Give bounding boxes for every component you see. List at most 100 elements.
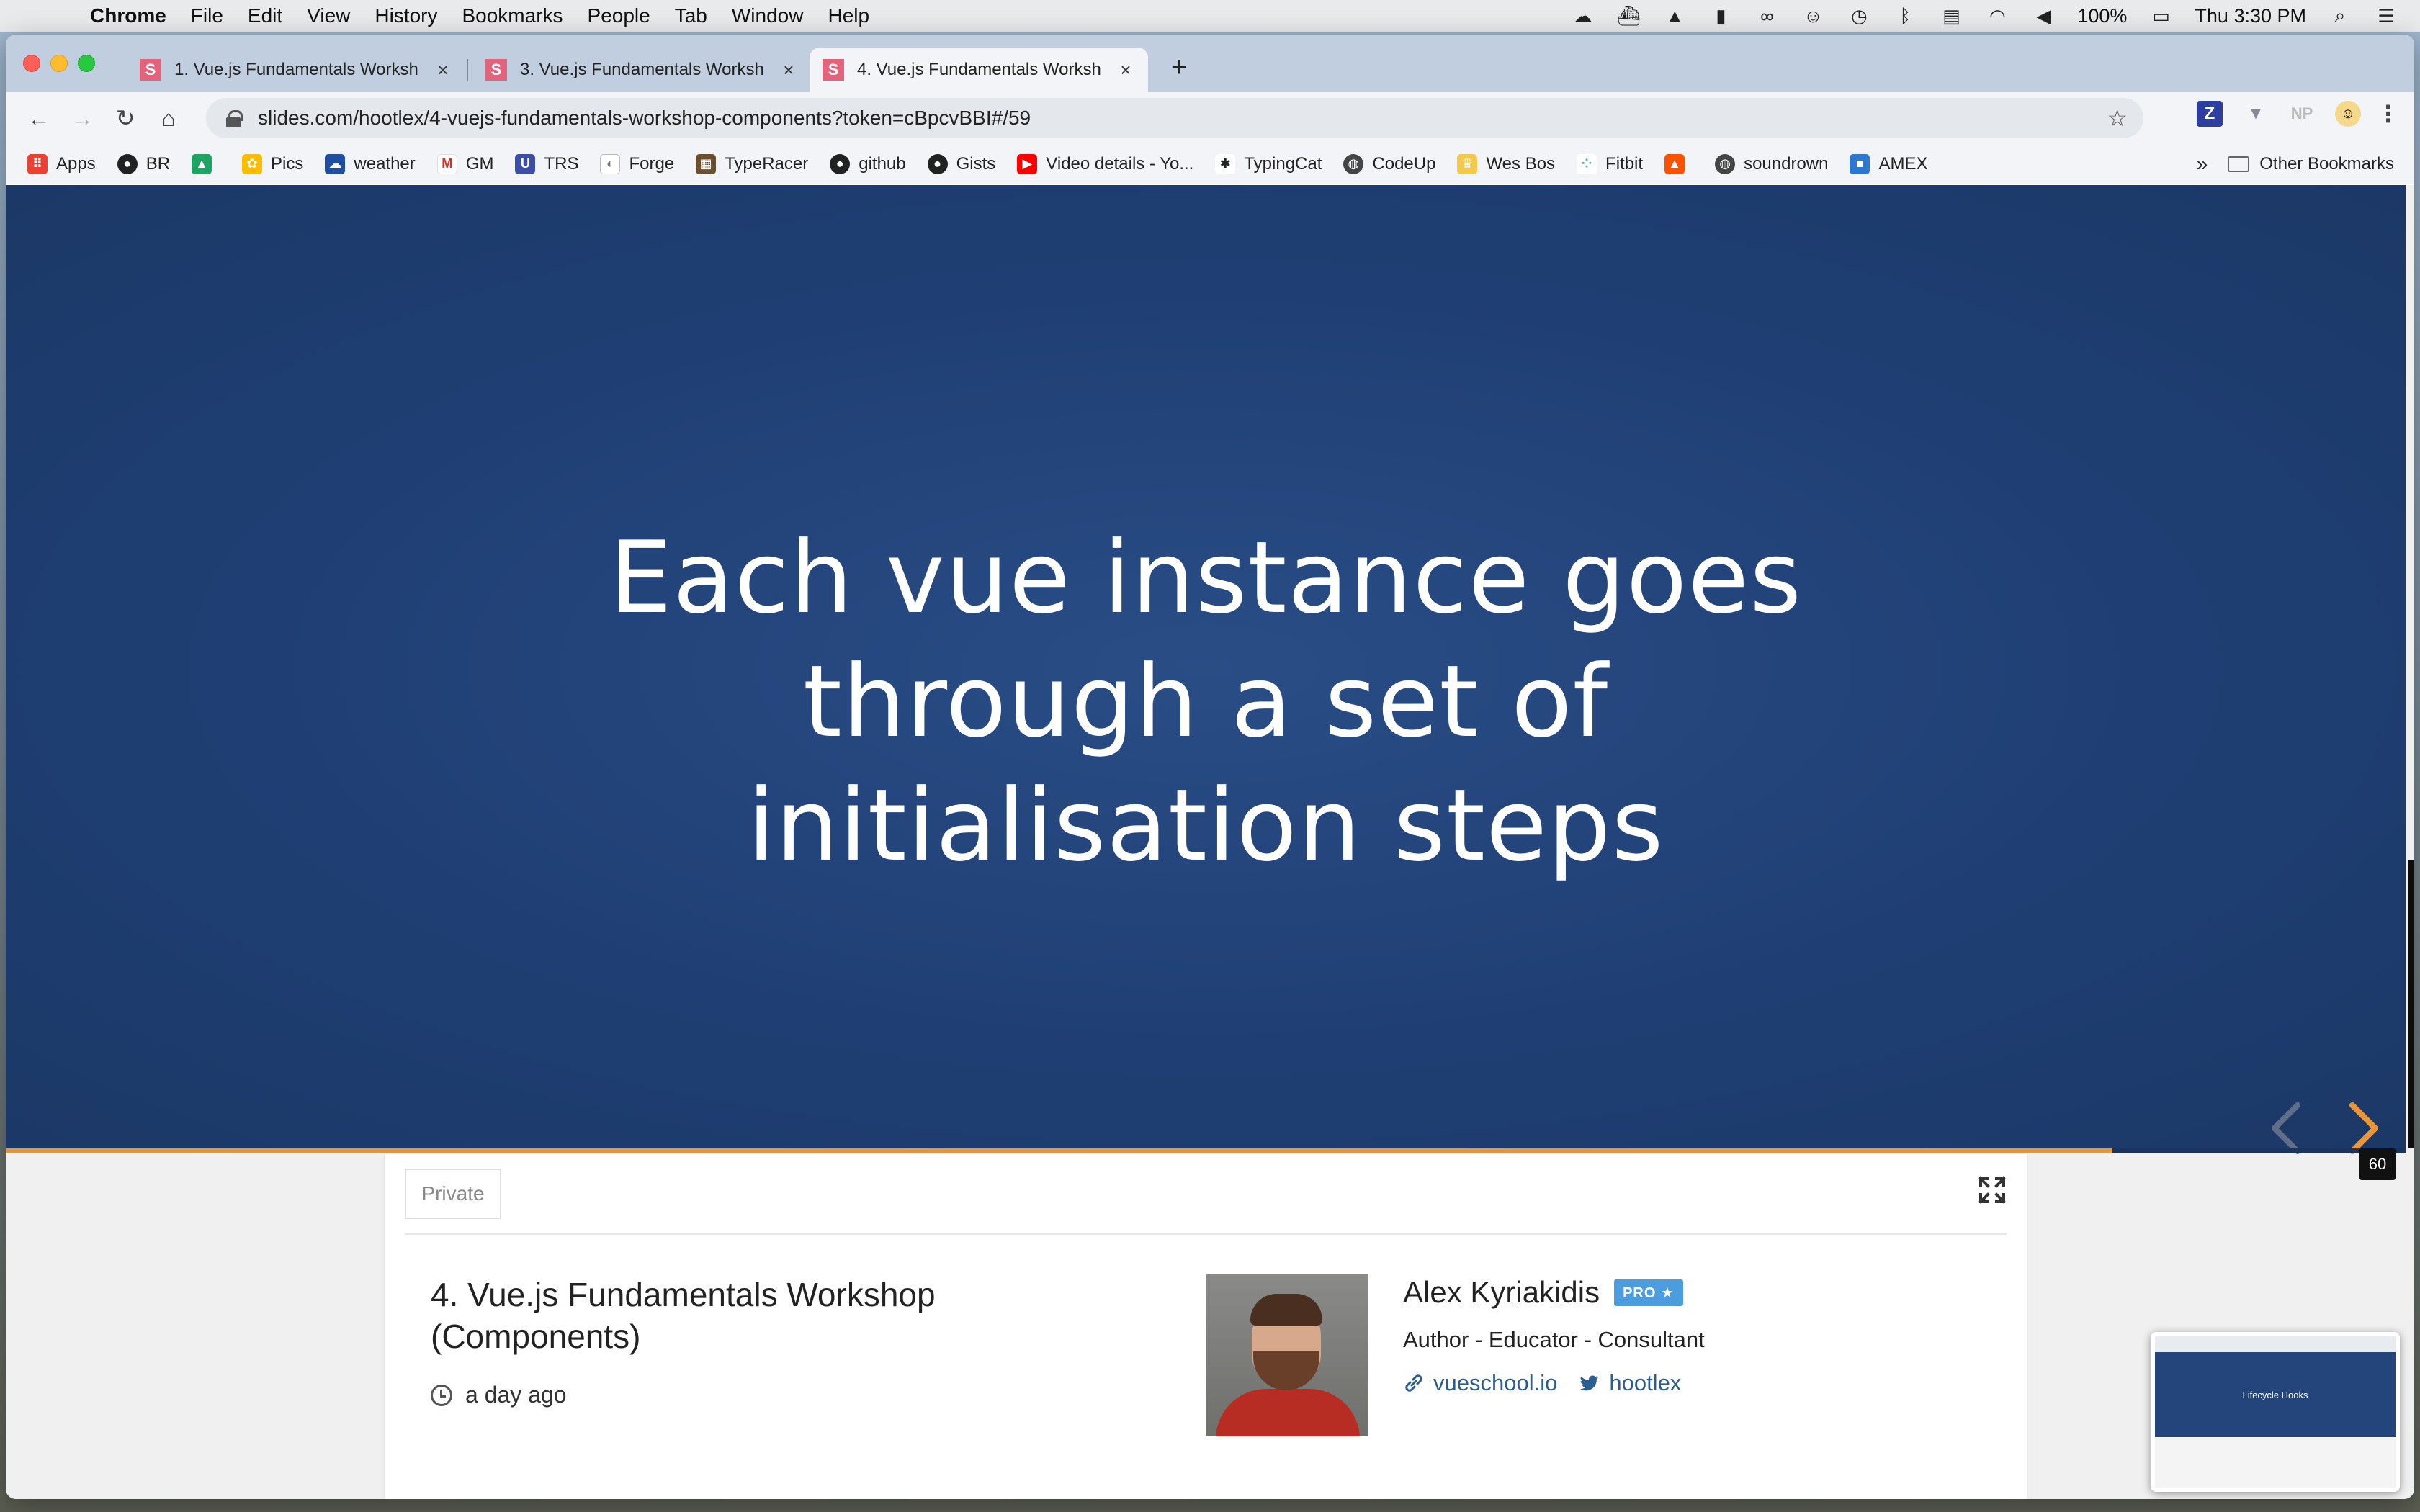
profile-avatar-icon[interactable]: ☺: [2335, 101, 2361, 127]
menu-tab[interactable]: Tab: [663, 4, 720, 27]
bluetooth-icon[interactable]: ᛒ: [1893, 5, 1917, 27]
pro-badge: PRO ★: [1614, 1279, 1683, 1306]
bookmarks-overflow-button[interactable]: »: [2197, 153, 2208, 176]
bookmark-strava[interactable]: ▲: [1664, 153, 1693, 174]
presentation-slide[interactable]: Each vue instance goes through a set of …: [6, 185, 2406, 1180]
home-button[interactable]: ⌂: [147, 96, 190, 140]
bookmark-apps[interactable]: ⠿ Apps: [27, 153, 96, 174]
reload-button[interactable]: ↻: [104, 96, 147, 140]
author-twitter-label: hootlex: [1609, 1370, 1682, 1395]
bookmark-github[interactable]: ● github: [830, 153, 906, 174]
audio-meter-icon[interactable]: ▮: [1708, 5, 1733, 27]
menu-view[interactable]: View: [295, 4, 362, 27]
menu-app-name[interactable]: Chrome: [78, 4, 179, 27]
tab-vue-fundamentals-3[interactable]: S 3. Vue.js Fundamentals Worksh ×: [472, 48, 811, 92]
google-photos-icon: ✿: [242, 153, 263, 174]
page-scrollbar-thumb[interactable]: [2408, 860, 2414, 1148]
bookmark-weather[interactable]: ☁ weather: [325, 153, 416, 174]
author-website-link[interactable]: vueschool.io: [1403, 1370, 1557, 1396]
bookmark-label: Forge: [629, 153, 675, 174]
spotlight-search-icon[interactable]: ⌕: [2328, 4, 2352, 27]
author-avatar[interactable]: [1206, 1274, 1368, 1436]
docker-icon[interactable]: ⛴: [1616, 5, 1641, 27]
bookmark-fitbit[interactable]: ⁘ Fitbit: [1577, 153, 1643, 174]
screenshot-thumbnail-preview[interactable]: Lifecycle Hooks: [2151, 1332, 2400, 1492]
vue-devtools-extension-icon[interactable]: ▼: [2243, 101, 2269, 127]
wifi-icon[interactable]: ◠: [1985, 5, 2009, 27]
bookmark-gm[interactable]: M GM: [436, 153, 494, 174]
bookmark-label: soundrown: [1744, 153, 1829, 174]
lock-icon[interactable]: [226, 110, 243, 127]
tab-close-icon[interactable]: ×: [779, 59, 798, 81]
weather-channel-icon: ☁: [325, 153, 346, 174]
slide-number: 60: [2360, 1148, 2396, 1180]
minimize-window-button[interactable]: [50, 55, 68, 72]
fitbit-icon: ⁘: [1577, 153, 1597, 174]
tab-close-icon[interactable]: ×: [434, 59, 452, 81]
macos-menubar: Chrome File Edit View History Bookmarks …: [0, 0, 2420, 32]
bookmark-amex[interactable]: ■ AMEX: [1850, 153, 1928, 174]
menu-history[interactable]: History: [362, 4, 449, 27]
avatar-shirt: [1216, 1389, 1360, 1436]
fullscreen-icon[interactable]: [1978, 1176, 2007, 1205]
browser-toolbar: ← → ↻ ⌂ slides.com/hootlex/4-vuejs-funda…: [6, 92, 2414, 144]
tab-vue-fundamentals-1[interactable]: S 1. Vue.js Fundamentals Worksh ×: [127, 48, 465, 92]
private-badge: Private: [405, 1169, 501, 1219]
menu-bookmarks[interactable]: Bookmarks: [449, 4, 575, 27]
address-bar[interactable]: slides.com/hootlex/4-vuejs-fundamentals-…: [206, 98, 2143, 138]
bookmark-gists[interactable]: ● Gists: [927, 153, 995, 174]
volume-icon[interactable]: ◀: [2031, 5, 2056, 27]
bookmark-label: CodeUp: [1372, 153, 1436, 174]
back-button[interactable]: ←: [17, 96, 60, 140]
author-name[interactable]: Alex Kyriakidis: [1403, 1275, 1600, 1310]
close-window-button[interactable]: [23, 55, 40, 72]
tab-vue-fundamentals-4-active[interactable]: S 4. Vue.js Fundamentals Worksh ×: [810, 48, 1148, 92]
menu-edit[interactable]: Edit: [236, 4, 295, 27]
chrome-menu-icon[interactable]: ⋮: [2377, 101, 2400, 127]
bookmark-typeracer[interactable]: ▦ TypeRacer: [696, 153, 809, 174]
author-name-row: Alex Kyriakidis PRO ★: [1403, 1275, 1683, 1310]
bookmark-wes-bos[interactable]: ♛ Wes Bos: [1457, 153, 1555, 174]
np-extension-icon[interactable]: NP: [2289, 101, 2315, 127]
card-divider: [405, 1233, 2007, 1235]
time-machine-icon[interactable]: ◷: [1847, 5, 1871, 27]
typeracer-icon: ▦: [696, 153, 717, 174]
menu-help[interactable]: Help: [815, 4, 882, 27]
accessibility-icon[interactable]: ☺: [1801, 5, 1825, 27]
battery-icon[interactable]: ▭: [2148, 5, 2173, 27]
bookmark-forge[interactable]: ◐ Forge: [600, 153, 675, 174]
bookmark-video-details[interactable]: ▶ Video details - Yo...: [1017, 153, 1193, 174]
other-bookmarks-folder[interactable]: Other Bookmarks: [2228, 154, 2394, 174]
memory-icon[interactable]: ▤: [1939, 5, 1963, 27]
menubar-clock[interactable]: Thu 3:30 PM: [2195, 5, 2306, 27]
menu-file[interactable]: File: [179, 4, 236, 27]
bookmark-typingcat[interactable]: ✱ TypingCat: [1215, 153, 1322, 174]
creative-cloud-icon[interactable]: ☁: [1570, 5, 1595, 27]
slide-progress-bar[interactable]: [6, 1148, 2406, 1153]
author-twitter-link[interactable]: hootlex: [1579, 1370, 1681, 1396]
bookmark-pics[interactable]: ✿ Pics: [242, 153, 303, 174]
deck-title: 4. Vue.js Fundamentals Workshop (Compone…: [431, 1276, 936, 1355]
bookmark-label: TypeRacer: [725, 153, 809, 174]
bookmark-star-icon[interactable]: ☆: [2107, 104, 2128, 132]
fullscreen-window-button[interactable]: [78, 55, 95, 72]
chrome-window: S 1. Vue.js Fundamentals Worksh × S 3. V…: [6, 35, 2414, 1499]
bookmark-label: GM: [465, 153, 494, 174]
bookmark-soundrown[interactable]: ◍ soundrown: [1715, 153, 1829, 174]
forward-button[interactable]: →: [60, 96, 104, 140]
menu-window[interactable]: Window: [720, 4, 816, 27]
menu-people[interactable]: People: [575, 4, 663, 27]
deck-info-card: Private 4. Vue.js Fundamentals Workshop …: [385, 1154, 2027, 1499]
notification-center-icon[interactable]: ☰: [2374, 5, 2398, 27]
bookmark-br[interactable]: ● BR: [117, 153, 170, 174]
author-website-label: vueschool.io: [1433, 1370, 1558, 1395]
vercel-icon[interactable]: ▲: [1662, 5, 1687, 27]
bookmark-trs[interactable]: U TRS: [515, 153, 578, 174]
tab-close-icon[interactable]: ×: [1116, 59, 1135, 81]
new-tab-button[interactable]: +: [1171, 54, 1187, 81]
zotero-extension-icon[interactable]: Z: [2197, 101, 2223, 127]
glasses-icon[interactable]: ∞: [1754, 5, 1779, 27]
address-url[interactable]: slides.com/hootlex/4-vuejs-fundamentals-…: [258, 107, 1031, 130]
bookmark-codeup[interactable]: ◍ CodeUp: [1343, 153, 1436, 174]
bookmark-google-drive[interactable]: ▲: [192, 153, 220, 174]
